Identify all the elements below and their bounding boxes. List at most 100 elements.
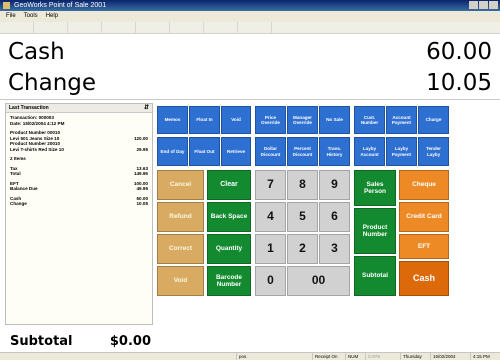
- subtotal-button[interactable]: Subtotal: [354, 256, 396, 296]
- toolbar-slot[interactable]: [170, 22, 204, 34]
- toolbar-slot[interactable]: [204, 22, 238, 34]
- window-controls: [469, 1, 498, 9]
- product-number-button[interactable]: Product Number: [354, 208, 396, 254]
- close-icon[interactable]: [489, 1, 498, 9]
- key-8[interactable]: 8: [287, 170, 318, 200]
- retrieve-button[interactable]: Retrieve: [221, 137, 251, 166]
- subtotal-label: Subtotal: [10, 334, 73, 349]
- key-4[interactable]: 4: [255, 202, 286, 232]
- cash-button[interactable]: Cash: [399, 261, 449, 296]
- key-00[interactable]: 00: [287, 266, 350, 296]
- refund-button[interactable]: Refund: [157, 202, 204, 232]
- status-day: Thursday: [400, 353, 424, 360]
- receipt-line-value: 120.00: [133, 135, 148, 141]
- receipt-lines: Transaction: 000003 Date: 15/02/2004 4:12…: [6, 113, 152, 209]
- receipt-line-label: Balance Due: [10, 186, 38, 191]
- key-6[interactable]: 6: [319, 202, 350, 232]
- charge-button[interactable]: Charge: [418, 106, 449, 134]
- receipt-line-label: Total: [10, 171, 21, 176]
- last-transaction-panel: Last Transaction ⇵ Transaction: 000003 Da…: [5, 103, 153, 325]
- status-bar: pos Receipt On NUM CAPS Thursday 15/02/2…: [0, 352, 500, 360]
- status-receipt: Receipt On: [312, 353, 340, 360]
- subtotal-display: Subtotal $0.00: [5, 331, 153, 351]
- memos-button[interactable]: Memos: [157, 106, 188, 134]
- customer-display: Cash 60.00 Change 10.05: [0, 34, 500, 100]
- scroll-toggle-icon[interactable]: ⇵: [144, 104, 149, 113]
- panel-header: Last Transaction ⇵: [6, 104, 152, 113]
- receipt-line: Change 10.05: [10, 201, 148, 207]
- toolbar-slot[interactable]: [0, 22, 34, 34]
- key-3[interactable]: 3: [319, 234, 350, 264]
- keypad: Memos Float In Void Price Override Manag…: [157, 103, 449, 296]
- manager-override-button[interactable]: Manager Override: [287, 106, 318, 134]
- percent-discount-button[interactable]: Percent Discount: [287, 137, 318, 166]
- correct-button[interactable]: Correct: [157, 234, 204, 264]
- toolbar-slot[interactable]: [136, 22, 170, 34]
- change-row: Change 10.05: [8, 70, 492, 100]
- title-bar: GeoWorks Point of Sale 2001: [0, 0, 500, 11]
- tender-amount: 60.00: [426, 39, 492, 65]
- panel-title: Last Transaction: [9, 105, 49, 111]
- menu-bar: File Tools Help: [0, 11, 500, 22]
- float-out-button[interactable]: Float Out: [189, 137, 220, 166]
- key-2[interactable]: 2: [287, 234, 318, 264]
- float-in-button[interactable]: Float In: [189, 106, 220, 134]
- menu-help[interactable]: Help: [46, 11, 58, 22]
- no-sale-button[interactable]: No Sale: [319, 106, 350, 134]
- layby-account-button[interactable]: Layby Account: [354, 137, 385, 166]
- key-7[interactable]: 7: [255, 170, 286, 200]
- clear-button[interactable]: Clear: [207, 170, 251, 200]
- sales-person-button[interactable]: Sales Person: [354, 170, 396, 206]
- cust-number-button[interactable]: Cust. Number: [354, 106, 385, 134]
- cancel-button[interactable]: Cancel: [157, 170, 204, 200]
- maximize-icon[interactable]: [479, 1, 488, 9]
- void-function-button[interactable]: Void: [221, 106, 251, 134]
- status-date: 15/02/2004: [430, 353, 458, 360]
- change-label: Change: [8, 70, 97, 96]
- app-icon: [3, 2, 10, 9]
- status-caps: CAPS: [365, 353, 382, 360]
- trans-history-button[interactable]: Trans. History: [319, 137, 350, 166]
- key-9[interactable]: 9: [319, 170, 350, 200]
- receipt-line-value: 149.95: [133, 171, 148, 176]
- toolbar: [0, 22, 500, 34]
- barcode-number-button[interactable]: Barcode Number: [207, 266, 251, 296]
- receipt-line-label: Change: [10, 201, 27, 206]
- menu-tools[interactable]: Tools: [24, 11, 38, 22]
- eft-button[interactable]: EFT: [399, 234, 449, 259]
- quantity-button[interactable]: Quantity: [207, 234, 251, 264]
- receipt-line-label: 2 Items: [10, 156, 26, 161]
- key-1[interactable]: 1: [255, 234, 286, 264]
- toolbar-slot[interactable]: [102, 22, 136, 34]
- receipt-line-label: Date: 15/02/2004 4:12 PM: [10, 120, 65, 126]
- key-0[interactable]: 0: [255, 266, 286, 296]
- toolbar-slot[interactable]: [34, 22, 68, 34]
- status-num: NUM: [345, 353, 360, 360]
- subtotal-amount: $0.00: [109, 334, 151, 349]
- void-button[interactable]: Void: [157, 266, 204, 296]
- account-payment-button[interactable]: Account Payment: [386, 106, 417, 134]
- receipt-line-value: 10.05: [136, 201, 149, 206]
- change-amount: 10.05: [426, 70, 492, 96]
- layby-payment-button[interactable]: Layby Payment: [386, 137, 417, 166]
- cheque-button[interactable]: Cheque: [399, 170, 449, 200]
- toolbar-slot[interactable]: [238, 22, 272, 34]
- price-override-button[interactable]: Price Override: [255, 106, 286, 134]
- end-of-day-button[interactable]: End of Day: [157, 137, 188, 166]
- receipt-line-value: 29.95: [136, 146, 149, 152]
- credit-card-button[interactable]: Credit Card: [399, 202, 449, 232]
- tender-row: Cash 60.00: [8, 39, 492, 69]
- tender-label: Cash: [8, 39, 65, 65]
- key-5[interactable]: 5: [287, 202, 318, 232]
- status-user: pos: [236, 353, 248, 360]
- toolbar-slot[interactable]: [68, 22, 102, 34]
- window-title: GeoWorks Point of Sale 2001: [14, 2, 107, 9]
- receipt-line-value: 49.95: [136, 186, 149, 191]
- status-time: 4:15 PM: [470, 353, 492, 360]
- tender-layby-button[interactable]: Tender Layby: [418, 137, 449, 166]
- back-space-button[interactable]: Back Space: [207, 202, 251, 232]
- menu-file[interactable]: File: [6, 11, 16, 22]
- receipt-line-label: Levi T-shirts Red Size 10: [10, 146, 64, 152]
- minimize-icon[interactable]: [469, 1, 478, 9]
- dollar-discount-button[interactable]: Dollar Discount: [255, 137, 286, 166]
